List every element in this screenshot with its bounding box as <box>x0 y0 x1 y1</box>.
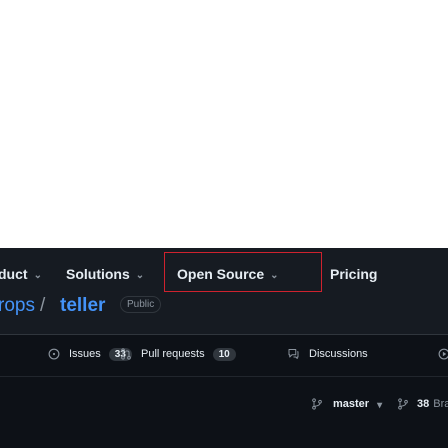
caret-down-icon: ▾ <box>377 399 383 411</box>
branch-count-label: Bra <box>433 398 448 410</box>
play-circle-icon <box>438 348 448 360</box>
tabs-divider <box>0 376 448 377</box>
tab-discussions[interactable]: Discussions <box>287 345 368 363</box>
branches-link[interactable]: 38 Bra <box>397 390 448 418</box>
branch-count: 38 <box>417 398 430 410</box>
git-branch-icon <box>397 398 409 410</box>
nav-item-pricing[interactable]: Pricing <box>330 262 377 286</box>
pull-requests-count-badge: 10 <box>212 347 236 361</box>
visibility-badge: Public <box>120 296 162 313</box>
nav-item-solutions[interactable]: Solutions ⌄ <box>66 262 144 286</box>
tab-issues-label: Issues <box>69 348 101 360</box>
issue-icon <box>48 348 60 360</box>
chevron-down-icon: ⌄ <box>135 269 145 281</box>
git-branch-icon <box>311 398 323 410</box>
nav-item-pricing-label: Pricing <box>330 266 378 282</box>
chevron-down-icon: ⌄ <box>33 269 42 281</box>
discussion-icon <box>287 348 300 360</box>
tab-discussions-label: Discussions <box>309 348 368 360</box>
tab-pull-requests[interactable]: Pull requests 10 <box>120 345 236 363</box>
branch-select-button[interactable]: master ▾ <box>311 390 389 418</box>
repo-path-separator: / <box>40 295 46 316</box>
nav-item-product-label: duct <box>0 266 28 282</box>
repo-owner-link[interactable]: rops <box>0 295 35 317</box>
focus-outline <box>164 252 322 292</box>
repo-name-link[interactable]: teller <box>60 295 105 317</box>
tab-pull-requests-label: Pull requests <box>141 348 205 360</box>
blank-page-area <box>0 0 448 248</box>
current-branch-label: master <box>333 398 370 410</box>
pull-request-icon <box>120 348 132 360</box>
tab-actions-partial[interactable] <box>438 345 448 363</box>
nav-item-solutions-label: Solutions <box>66 266 130 282</box>
nav-item-product[interactable]: duct ⌄ <box>0 262 42 286</box>
